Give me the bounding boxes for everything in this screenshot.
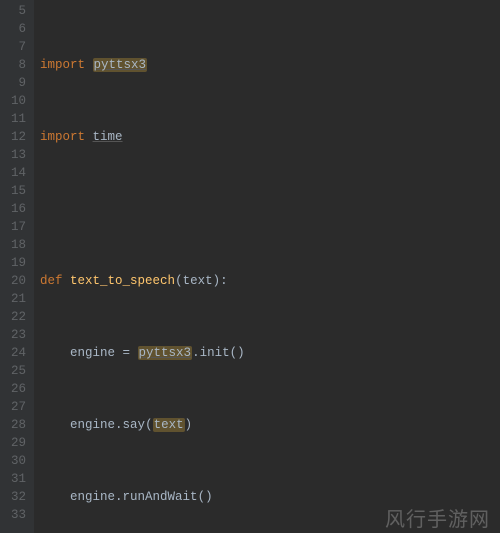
code-line: engine = pyttsx3.init(): [40, 344, 500, 362]
code-line: engine.runAndWait(): [40, 488, 500, 506]
code-line: engine.say(text): [40, 416, 500, 434]
line-number: 21: [0, 290, 26, 308]
line-number: 12: [0, 128, 26, 146]
line-number: 20: [0, 272, 26, 290]
line-number: 17: [0, 218, 26, 236]
module-pyttsx3: pyttsx3: [93, 58, 148, 72]
line-number: 7: [0, 38, 26, 56]
line-number: 32: [0, 488, 26, 506]
line-number: 6: [0, 20, 26, 38]
line-number: 8: [0, 56, 26, 74]
module-time: time: [93, 130, 123, 144]
line-number: 26: [0, 380, 26, 398]
line-number: 19: [0, 254, 26, 272]
line-number: 33: [0, 506, 26, 524]
function-name: text_to_speech: [70, 274, 175, 288]
line-number: 15: [0, 182, 26, 200]
line-number: 11: [0, 110, 26, 128]
line-number: 28: [0, 416, 26, 434]
code-line: import pyttsx3: [40, 56, 500, 74]
line-number: 16: [0, 200, 26, 218]
line-number: 14: [0, 164, 26, 182]
line-number: 5: [0, 2, 26, 20]
keyword-import: import: [40, 130, 85, 144]
line-number: 24: [0, 344, 26, 362]
code-area[interactable]: import pyttsx3 import time def text_to_s…: [34, 0, 500, 533]
line-number: 13: [0, 146, 26, 164]
line-number: 31: [0, 470, 26, 488]
line-number-gutter: 5678910111213141516171819202122232425262…: [0, 0, 34, 533]
line-number: 23: [0, 326, 26, 344]
line-number: 22: [0, 308, 26, 326]
line-number: 30: [0, 452, 26, 470]
code-editor[interactable]: 5678910111213141516171819202122232425262…: [0, 0, 500, 533]
keyword-def: def: [40, 274, 63, 288]
keyword-import: import: [40, 58, 85, 72]
code-line: def text_to_speech(text):: [40, 272, 500, 290]
line-number: 25: [0, 362, 26, 380]
line-number: 27: [0, 398, 26, 416]
code-line: import time: [40, 128, 500, 146]
line-number: 9: [0, 74, 26, 92]
line-number: 10: [0, 92, 26, 110]
line-number: 18: [0, 236, 26, 254]
line-number: 29: [0, 434, 26, 452]
code-line: [40, 200, 500, 218]
